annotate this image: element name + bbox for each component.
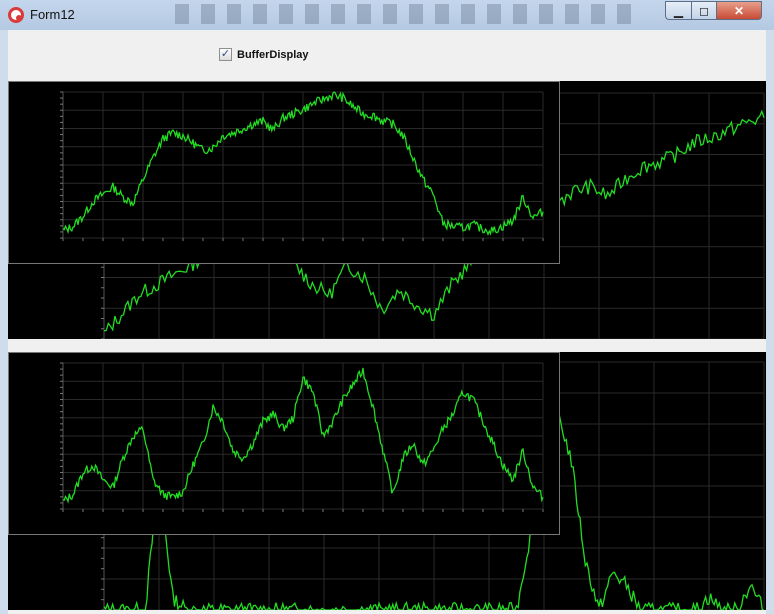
buffer-display-checkbox[interactable]: ✓ (219, 48, 232, 61)
check-mark-icon: ✓ (220, 48, 231, 60)
form-client-area: ✓ BufferDisplay (8, 30, 766, 614)
app-window: Form12 ▁ ◻ ✕ ✓ BufferDisplay (0, 0, 774, 614)
panel-separator (8, 339, 766, 352)
minimize-icon: ▁ (673, 3, 684, 18)
title-bar[interactable]: Form12 ▁ ◻ ✕ (0, 0, 774, 30)
buffer-chart-bottom-plot (60, 362, 544, 512)
minimize-button[interactable]: ▁ (665, 1, 692, 20)
buffer-chart-bottom[interactable] (8, 352, 560, 535)
close-button[interactable]: ✕ (716, 1, 762, 20)
buffer-display-label[interactable]: BufferDisplay (237, 49, 309, 61)
maximize-icon: ◻ (699, 3, 709, 18)
close-icon: ✕ (733, 3, 745, 18)
background-toolbar-ghost (175, 4, 640, 24)
buffer-chart-top[interactable] (8, 81, 560, 264)
app-icon[interactable] (8, 7, 24, 23)
options-bar: ✓ BufferDisplay (8, 30, 766, 80)
window-title: Form12 (30, 7, 75, 22)
maximize-button[interactable]: ◻ (691, 1, 717, 20)
buffer-chart-top-plot (60, 91, 544, 241)
